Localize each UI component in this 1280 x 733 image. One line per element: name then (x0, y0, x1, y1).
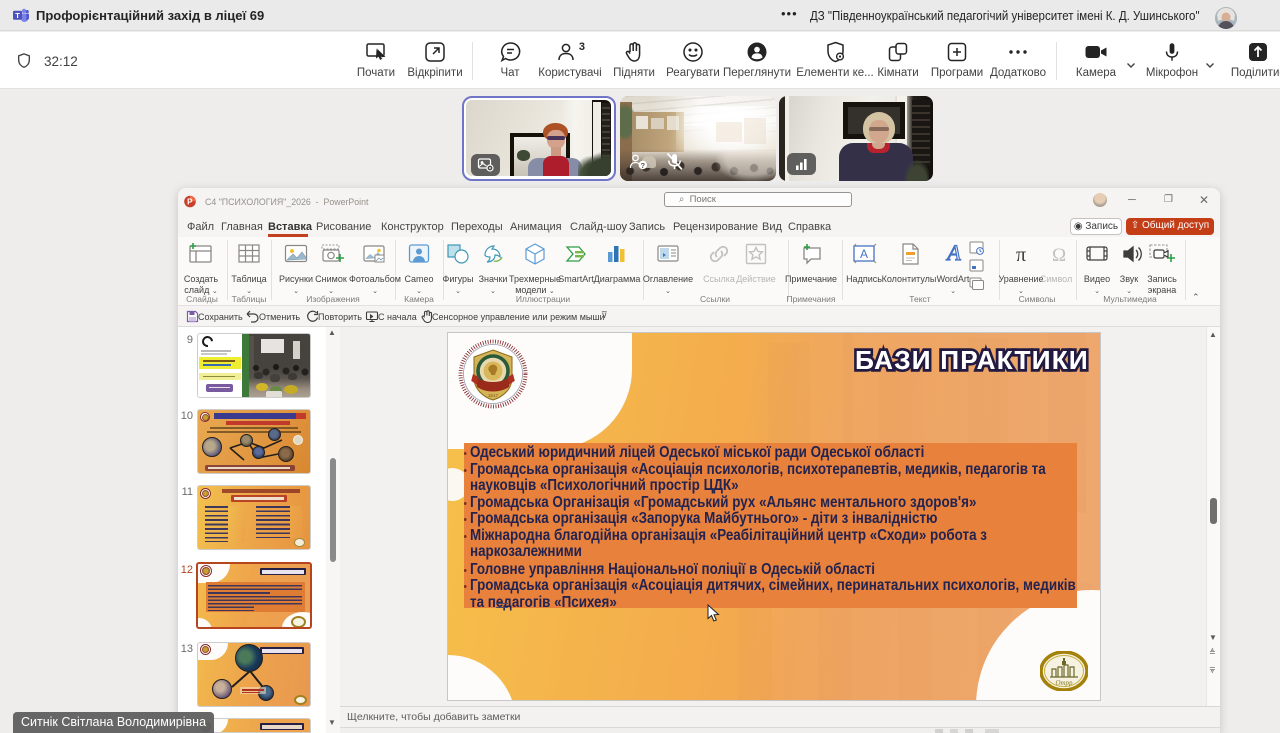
svg-text:Ompp: Ompp (1055, 679, 1073, 687)
svg-text:1817: 1817 (488, 393, 499, 398)
svg-text:π: π (1016, 244, 1026, 266)
svg-text:A: A (860, 247, 868, 261)
svg-text:T: T (15, 11, 20, 20)
svg-text:БАЗИ ПРАКТИКИ: БАЗИ ПРАКТИКИ (855, 345, 1089, 375)
svg-text:Ω: Ω (1052, 245, 1066, 266)
svg-text:?: ? (641, 161, 646, 170)
svg-text:P: P (187, 197, 193, 206)
svg-text:A: A (945, 240, 961, 265)
